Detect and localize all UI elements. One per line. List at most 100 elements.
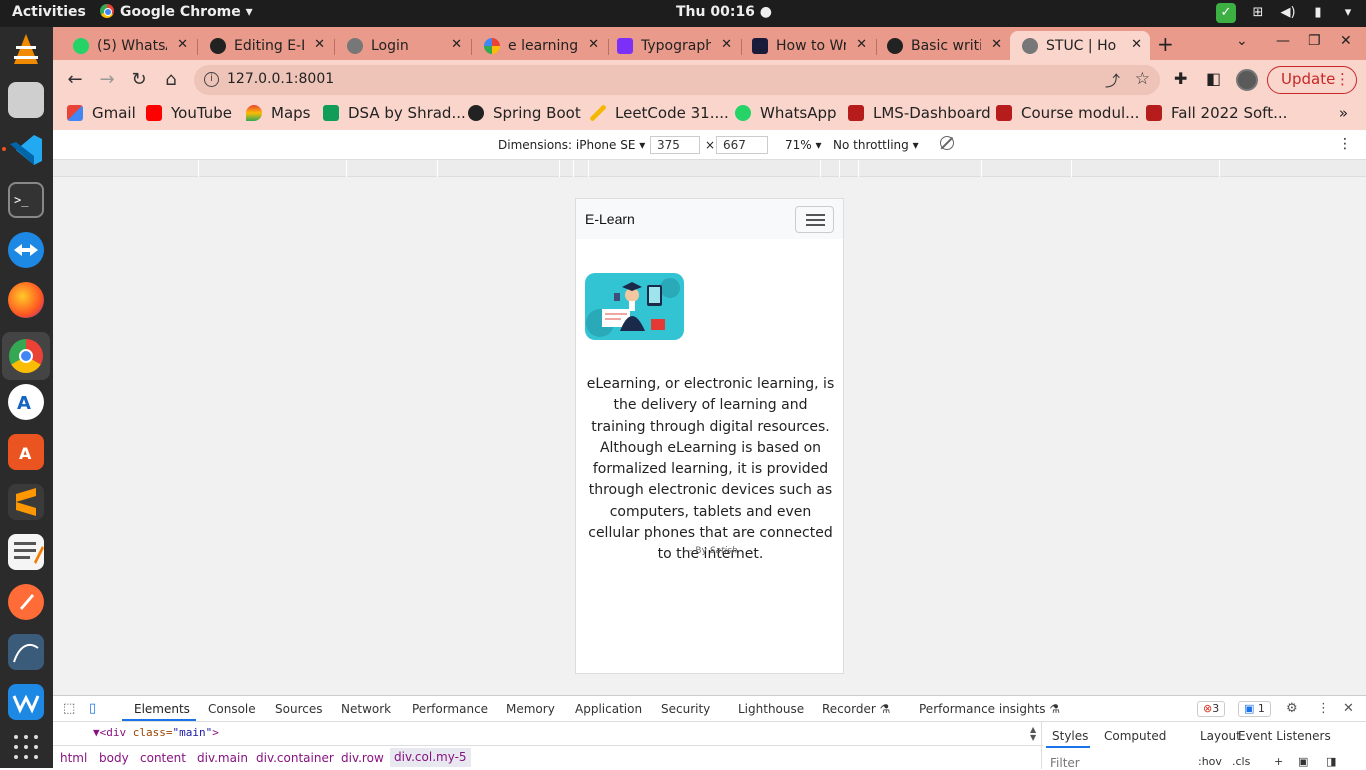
volume-icon[interactable]: ◀) — [1280, 5, 1296, 21]
update-button[interactable]: Update ⋮ — [1267, 66, 1357, 94]
software-center-icon[interactable]: A — [8, 434, 44, 470]
class-toggle[interactable]: .cls — [1232, 755, 1250, 768]
crumb-div-main[interactable]: div.main — [197, 751, 248, 765]
tab-search-icon[interactable]: ⌄ — [1236, 33, 1248, 49]
reload-icon[interactable]: ↻ — [127, 69, 151, 90]
forward-icon[interactable]: → — [95, 69, 119, 90]
tab-layout[interactable]: Layout — [1200, 729, 1241, 743]
tab-login[interactable]: Login ✕ — [335, 31, 470, 60]
activities-button[interactable]: Activities — [12, 4, 86, 20]
close-icon[interactable]: ✕ — [314, 37, 325, 52]
postman-icon[interactable] — [8, 584, 44, 620]
close-icon[interactable]: ✕ — [1131, 37, 1142, 52]
minimize-button[interactable]: — — [1276, 33, 1290, 49]
close-icon[interactable]: ✕ — [177, 37, 188, 52]
bookmark-leetcode[interactable]: LeetCode 31.... — [590, 104, 729, 122]
bookmark-star-icon[interactable]: ☆ — [1135, 69, 1150, 89]
messages-badge[interactable]: ▣ 1 — [1238, 701, 1271, 717]
system-tray[interactable]: ✓ ⊞ ◀) ▮ ▾ — [1216, 3, 1356, 23]
battery-icon[interactable]: ▮ — [1310, 5, 1326, 21]
height-input[interactable]: 667 — [716, 136, 768, 154]
settings-gear-icon[interactable]: ⚙ — [1286, 701, 1298, 716]
bookmark-course-modules[interactable]: Course modul... — [996, 104, 1139, 122]
side-panel-icon[interactable]: ◧ — [1206, 69, 1221, 88]
power-menu-icon[interactable]: ▾ — [1340, 5, 1356, 21]
address-bar[interactable]: i 127.0.0.1:8001 ⤴ ☆ — [194, 65, 1160, 95]
app-menu[interactable]: Google Chrome ▾ — [100, 4, 253, 20]
close-icon[interactable]: ✕ — [588, 37, 599, 52]
text-editor-icon[interactable] — [8, 534, 44, 570]
bookmark-fall-2022[interactable]: Fall 2022 Soft... — [1146, 104, 1287, 122]
inspect-element-icon[interactable]: ⬚ — [63, 701, 75, 716]
tab-typography[interactable]: Typography ✕ — [605, 31, 740, 60]
tab-memory[interactable]: Memory — [506, 702, 555, 716]
back-icon[interactable]: ← — [63, 69, 87, 90]
vlc-icon[interactable] — [8, 32, 44, 68]
bookmark-whatsapp[interactable]: WhatsApp — [735, 104, 837, 122]
writer-icon[interactable]: A — [8, 384, 44, 420]
maximize-button[interactable]: ❐ — [1308, 33, 1321, 49]
crumb-div-row[interactable]: div.row — [341, 751, 384, 765]
update-check-icon[interactable]: ✓ — [1216, 3, 1236, 23]
devtools-more-icon[interactable]: ⋮ — [1317, 701, 1330, 716]
tab-lighthouse[interactable]: Lighthouse — [738, 702, 804, 716]
extensions-icon[interactable]: ✚ — [1174, 69, 1187, 88]
bookmark-youtube[interactable]: YouTube — [146, 104, 232, 122]
tab-styles[interactable]: Styles — [1052, 729, 1088, 743]
new-tab-button[interactable]: + — [1157, 32, 1174, 56]
bookmark-maps[interactable]: Maps — [246, 104, 310, 122]
tab-sources[interactable]: Sources — [275, 702, 322, 716]
clock[interactable]: Thu 00:16 ● — [676, 4, 772, 20]
tab-event-listeners[interactable]: Event Listeners — [1238, 729, 1331, 743]
mysql-workbench-icon[interactable] — [8, 634, 44, 670]
media-query-bar[interactable] — [53, 160, 1366, 177]
tab-console[interactable]: Console — [208, 702, 256, 716]
close-icon[interactable]: ✕ — [991, 37, 1002, 52]
close-icon[interactable]: ✕ — [721, 37, 732, 52]
tab-recorder[interactable]: Recorder ⚗ — [822, 702, 890, 716]
url-text[interactable]: 127.0.0.1:8001 — [227, 71, 334, 87]
throttling-select[interactable]: No throttling ▾ — [833, 138, 919, 152]
chrome-dock-icon[interactable] — [2, 332, 50, 380]
width-input[interactable]: 375 — [650, 136, 700, 154]
tab-security[interactable]: Security — [661, 702, 710, 716]
tab-performance-insights[interactable]: Performance insights ⚗ — [919, 702, 1060, 716]
zoom-select[interactable]: 71% ▾ — [785, 138, 822, 152]
rotate-icon[interactable] — [940, 136, 954, 150]
bookmark-dsa[interactable]: DSA by Shrad... — [323, 104, 466, 122]
crumb-html[interactable]: html — [60, 751, 87, 765]
wps-office-icon[interactable] — [8, 684, 44, 720]
tab-basic-writing[interactable]: Basic writing ✕ — [875, 31, 1010, 60]
firefox-icon[interactable] — [8, 282, 44, 318]
tab-e-learning[interactable]: e learning ✕ — [472, 31, 607, 60]
crumb-div-container[interactable]: div.container — [256, 751, 334, 765]
close-icon[interactable]: ✕ — [856, 37, 867, 52]
profile-avatar[interactable] — [1236, 69, 1258, 91]
tab-whatsapp[interactable]: (5) WhatsApp ✕ — [61, 31, 196, 60]
tab-stuc-home[interactable]: STUC | Home ✕ — [1010, 31, 1150, 60]
computed-sidebar-icon[interactable]: ▣ — [1298, 755, 1308, 768]
tab-performance[interactable]: Performance — [412, 702, 488, 716]
tab-elements[interactable]: Elements — [134, 702, 190, 716]
scroll-arrows[interactable]: ▲ ▼ — [1030, 726, 1036, 742]
site-info-icon[interactable]: i — [204, 72, 219, 87]
tab-computed[interactable]: Computed — [1104, 729, 1166, 743]
network-icon[interactable]: ⊞ — [1250, 5, 1266, 21]
navbar-toggler-icon[interactable] — [795, 206, 834, 233]
tab-network[interactable]: Network — [341, 702, 391, 716]
share-icon[interactable]: ⤴ — [1105, 70, 1120, 91]
new-rule-icon[interactable]: + — [1274, 755, 1283, 768]
sublime-text-icon[interactable] — [8, 484, 44, 520]
brand-link[interactable]: E-Learn — [585, 211, 635, 227]
close-devtools-icon[interactable]: ✕ — [1343, 701, 1354, 716]
errors-badge[interactable]: ⊗3 — [1197, 701, 1226, 717]
more-bookmarks-icon[interactable]: » — [1339, 104, 1348, 122]
crumb-div-col[interactable]: div.col.my-5 — [390, 748, 471, 767]
hover-state-toggle[interactable]: :hov — [1198, 755, 1222, 768]
toggle-sidebar-icon[interactable]: ◨ — [1326, 755, 1336, 768]
files-icon[interactable] — [8, 82, 44, 118]
bookmark-lms-dashboard[interactable]: LMS-Dashboard — [848, 104, 991, 122]
tab-how-to-write[interactable]: How to Write ✕ — [740, 31, 875, 60]
bookmark-gmail[interactable]: Gmail — [67, 104, 136, 122]
dom-tree-line[interactable]: ▼<div class="main"> — [93, 726, 219, 739]
